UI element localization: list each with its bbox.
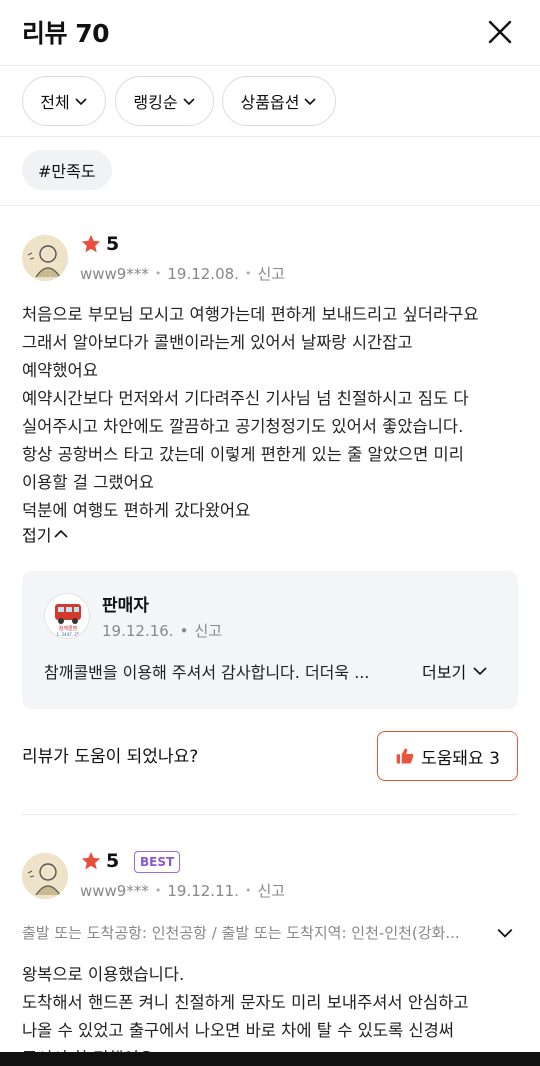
review-line: 이용할 걸 그랬어요 — [22, 473, 154, 492]
review-line: 예약시간보다 먼저와서 기다려주신 기사님 넘 친절하시고 짐도 다 — [22, 389, 469, 408]
seller-logo: 참깨콜밴 1. 2447. 25 — [44, 593, 90, 639]
review-line: 항상 공항버스 타고 갔는데 이렇게 편한게 있는 줄 알았으면 미리 — [22, 445, 464, 464]
helpful-question: 리뷰가 도움이 되었나요? — [22, 747, 199, 767]
avatar — [22, 235, 68, 281]
close-icon[interactable] — [486, 18, 514, 46]
review-meta: www9*** • 19.12.11. • 신고 — [80, 880, 285, 901]
separator-dot: • — [244, 884, 252, 897]
seller-report-link[interactable]: 신고 — [194, 620, 222, 641]
separator-dot: • — [179, 621, 189, 640]
chevron-down-icon — [473, 667, 487, 676]
option-summary: 출발 또는 도착공항: 인천공항 / 출발 또는 도착지역: 인천-인천(강화.… — [22, 924, 460, 942]
rating-value: 5 — [106, 850, 120, 872]
avatar-illustration-icon — [22, 235, 68, 281]
fold-button[interactable]: 접기 — [22, 522, 69, 546]
review-line: 도착해서 핸드폰 켜니 친절하게 문자도 미리 보내주셔서 안심하고 — [22, 993, 469, 1012]
rating: 5 — [80, 233, 119, 255]
filter-option-dropdown[interactable]: 상품옵션 — [222, 76, 336, 126]
chevron-down-icon — [304, 98, 317, 106]
tag-satisfaction[interactable]: #만족도 — [22, 150, 112, 190]
helpful-button[interactable]: 도움돼요 3 — [377, 731, 518, 781]
separator-dot: • — [154, 884, 162, 897]
review-date: 19.12.08. — [167, 264, 239, 283]
seller-date: 19.12.16. — [102, 621, 174, 640]
tag-row: #만족도 — [0, 137, 540, 206]
review-user: www9*** — [80, 264, 149, 283]
page-title: 리뷰 70 — [22, 19, 110, 48]
separator-dot: • — [244, 267, 252, 280]
review-line: 왕복으로 이용했습니다. — [22, 965, 185, 984]
star-icon — [81, 234, 101, 253]
review-date: 19.12.11. — [167, 881, 239, 900]
seller-reply-text: 참깨콜밴을 이용해 주셔서 감사합니다. 더더욱 ... — [44, 663, 370, 682]
separator-dot: • — [154, 267, 162, 280]
svg-text:참깨콜밴: 참깨콜밴 — [59, 625, 78, 632]
review-meta: www9*** • 19.12.08. • 신고 — [80, 263, 285, 284]
system-navigation-bar — [0, 1052, 540, 1066]
chevron-down-icon — [183, 98, 195, 106]
rating-value: 5 — [106, 233, 120, 255]
review-line: 그래서 알아보다가 콜밴이라는게 있어서 날짜랑 시간잡고 — [22, 333, 413, 352]
review-user: www9*** — [80, 881, 149, 900]
rating: 5 — [80, 850, 119, 872]
filter-sort-label: 랭킹순 — [133, 93, 178, 112]
best-badge: BEST — [134, 851, 181, 873]
more-button[interactable]: 더보기 — [422, 659, 488, 683]
filter-option-label: 상품옵션 — [240, 93, 300, 112]
avatar-illustration-icon — [22, 853, 68, 899]
filter-all-dropdown[interactable]: 전체 — [22, 76, 106, 126]
review-line: 처음으로 부모님 모시고 여행가는데 편하게 보내드리고 싶더라구요 — [22, 305, 479, 324]
review-line: 나올 수 있었고 출구에서 나오면 바로 차에 탈 수 있도록 신경써 — [22, 1021, 454, 1040]
seller-reply-box: 참깨콜밴 1. 2447. 25 판매자 19.12.16. • 신고 참깨콜밴… — [22, 571, 518, 709]
review-body: 처음으로 부모님 모시고 여행가는데 편하게 보내드리고 싶더라구요 그래서 알… — [22, 301, 518, 525]
filter-all-label: 전체 — [40, 93, 70, 112]
chevron-up-icon — [54, 529, 69, 538]
svg-text:1. 2447. 25: 1. 2447. 25 — [57, 632, 80, 637]
chevron-down-icon — [75, 98, 87, 106]
fold-label: 접기 — [22, 526, 52, 545]
chevron-down-icon[interactable] — [496, 924, 514, 942]
avatar — [22, 853, 68, 899]
filter-sort-dropdown[interactable]: 랭킹순 — [115, 76, 214, 126]
star-icon — [81, 851, 101, 870]
review-body: 왕복으로 이용했습니다. 도착해서 핸드폰 켜니 친절하게 문자도 미리 보내주… — [22, 961, 518, 1066]
divider — [22, 814, 518, 815]
helpful-label: 도움돼요 3 — [421, 748, 500, 769]
van-logo-icon: 참깨콜밴 1. 2447. 25 — [55, 604, 81, 637]
review-line: 실어주시고 차안에도 깔끔하고 공기청정기도 있어서 좋았습니다. — [22, 417, 464, 436]
seller-name: 판매자 — [102, 596, 149, 616]
report-link[interactable]: 신고 — [257, 263, 285, 284]
thumbs-up-icon — [396, 748, 414, 764]
filter-bar: 전체 랭킹순 상품옵션 — [0, 67, 540, 137]
seller-meta: 19.12.16. • 신고 — [102, 620, 222, 641]
header: 리뷰 70 — [0, 0, 540, 66]
more-label: 더보기 — [422, 663, 467, 682]
review-line: 덕분에 여행도 편하게 갔다왔어요 — [22, 501, 251, 520]
report-link[interactable]: 신고 — [257, 880, 285, 901]
review-line: 예약했어요 — [22, 361, 98, 380]
